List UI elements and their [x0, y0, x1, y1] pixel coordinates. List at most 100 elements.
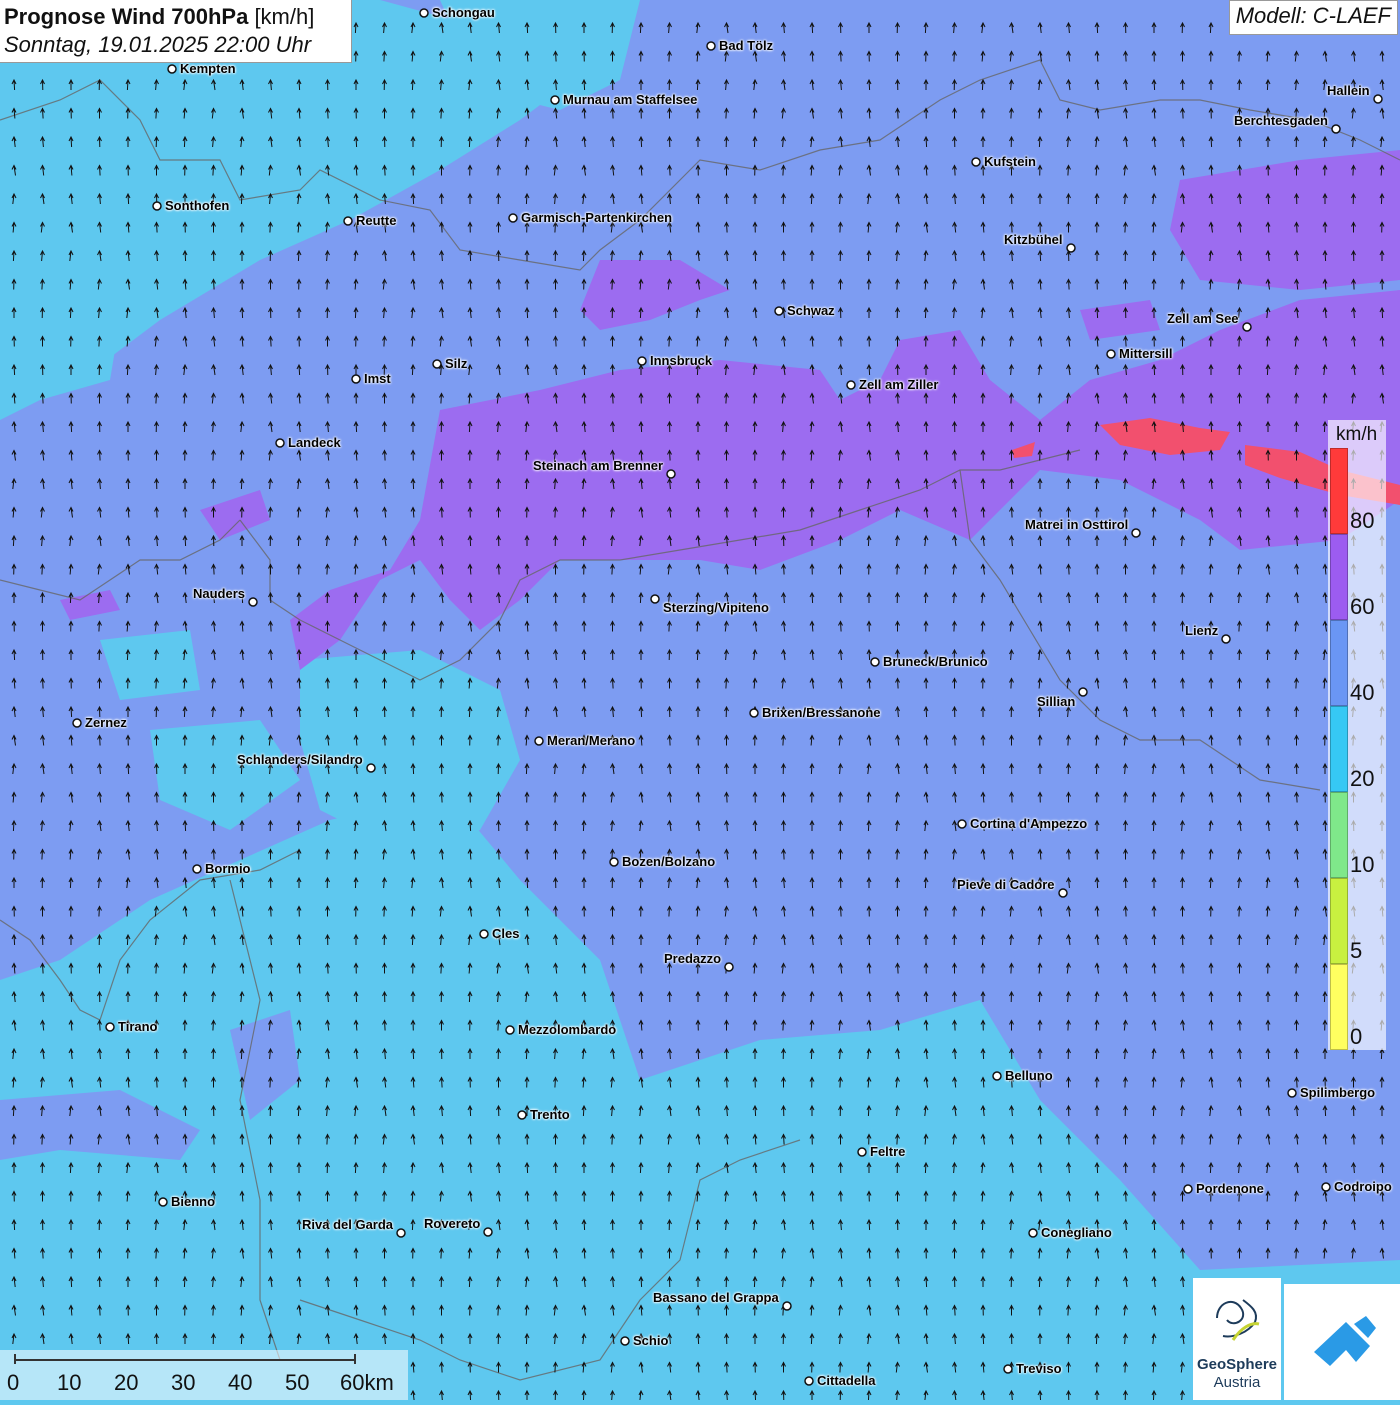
legend-color-bar	[1330, 448, 1348, 1050]
city-label: Rovereto	[424, 1216, 481, 1231]
city-dot	[706, 41, 716, 51]
city-label: Imst	[364, 371, 391, 386]
city-label: Trento	[530, 1107, 570, 1122]
city-dot	[782, 1301, 792, 1311]
city-dot	[396, 1228, 406, 1238]
city-dot	[1131, 528, 1141, 538]
logo-text-geosphere: GeoSphere	[1196, 1356, 1278, 1373]
city-dot	[1373, 94, 1383, 104]
city-dot	[508, 213, 518, 223]
scale-label: 40	[228, 1370, 253, 1395]
city-label: Zell am Ziller	[859, 377, 939, 392]
city-dot	[1287, 1088, 1297, 1098]
city-dot	[167, 64, 177, 74]
city-label: Meran/Merano	[547, 733, 636, 748]
city-dot	[774, 306, 784, 316]
legend-color-segment	[1330, 620, 1348, 706]
city-dot	[957, 819, 967, 829]
city-dot	[609, 857, 619, 867]
city-label: Predazzo	[664, 951, 722, 966]
legend-tick-label: 0	[1350, 1024, 1363, 1049]
city-label: Spilimbergo	[1300, 1085, 1376, 1100]
legend-color-segment	[1330, 792, 1348, 878]
city-dot	[1003, 1364, 1013, 1374]
city-dot	[650, 594, 660, 604]
color-legend: km/h 80 60 40 20 10 5 0	[1328, 420, 1386, 1050]
city-label: Mezzolombardo	[518, 1022, 617, 1037]
city-dot	[1221, 634, 1231, 644]
city-dot	[1321, 1182, 1331, 1192]
city-label: Schwaz	[787, 303, 835, 318]
city-label: Cittadella	[817, 1373, 876, 1388]
city-dot	[1058, 888, 1068, 898]
geosphere-logo-icon	[1216, 1299, 1260, 1341]
city-dot	[248, 597, 258, 607]
city-dot	[749, 708, 759, 718]
legend-color-segment	[1330, 878, 1348, 964]
city-label: Kitzbühel	[1004, 232, 1063, 247]
legend-tick-label: 20	[1350, 766, 1375, 791]
city-label: Hallein	[1327, 83, 1370, 98]
city-label: Mittersill	[1119, 346, 1173, 361]
city-label: Kufstein	[984, 154, 1036, 169]
city-dot	[192, 864, 202, 874]
city-label: Innsbruck	[650, 353, 713, 368]
city-dot	[72, 718, 82, 728]
app-logo	[1284, 1284, 1400, 1400]
city-dot	[1078, 687, 1088, 697]
city-dot	[1183, 1184, 1193, 1194]
city-label: Cles	[492, 926, 520, 941]
city-label: Cortina d'Ampezzo	[970, 816, 1088, 831]
city-label: Steinach am Brenner	[533, 458, 664, 473]
legend-tick-label: 80	[1350, 508, 1375, 533]
legend-color-segment	[1330, 534, 1348, 620]
city-dot	[534, 736, 544, 746]
city-dot	[992, 1071, 1002, 1081]
city-label: Conegliano	[1041, 1225, 1112, 1240]
city-dot	[1331, 124, 1341, 134]
city-label: Bad Tölz	[719, 38, 774, 53]
scale-label: 50	[285, 1370, 310, 1395]
city-label: Tirano	[118, 1019, 158, 1034]
city-label: Silz	[445, 356, 468, 371]
forecast-title-panel: Prognose Wind 700hPa [km/h] Sonntag, 19.…	[0, 0, 352, 63]
city-label: Landeck	[288, 435, 341, 450]
forecast-title-unit: [km/h]	[254, 4, 315, 29]
city-label: Bozen/Bolzano	[622, 854, 716, 869]
city-label: Bassano del Grappa	[653, 1290, 779, 1305]
city-dot	[432, 359, 442, 369]
city-label: Bruneck/Brunico	[883, 654, 988, 669]
city-dot	[419, 8, 429, 18]
city-dot	[724, 962, 734, 972]
logo-text-austria: Austria	[1213, 1374, 1261, 1391]
scale-label: 30	[171, 1370, 196, 1395]
legend-color-segment	[1330, 964, 1348, 1050]
city-dot	[275, 438, 285, 448]
scale-label: 10	[57, 1370, 82, 1395]
geosphere-logo: GeoSphere Austria	[1193, 1278, 1281, 1400]
city-dot	[1066, 243, 1076, 253]
city-label: Schlanders/Silandro	[237, 752, 363, 767]
legend-tick-label: 5	[1350, 938, 1363, 963]
forecast-title: Prognose Wind 700hPa [km/h]	[4, 4, 351, 30]
legend-tick-label: 60	[1350, 594, 1375, 619]
scale-label: 20	[114, 1370, 139, 1395]
city-dot	[550, 95, 560, 105]
city-label: Pieve di Cadore	[957, 877, 1055, 892]
city-dot	[1106, 349, 1116, 359]
city-dot	[804, 1376, 814, 1386]
legend-unit: km/h	[1336, 424, 1378, 445]
forecast-datetime: Sonntag, 19.01.2025 22:00 Uhr	[4, 32, 312, 57]
city-dot	[158, 1197, 168, 1207]
city-label: Feltre	[870, 1144, 906, 1159]
city-label: Nauders	[193, 586, 246, 601]
city-label: Riva del Garda	[302, 1217, 394, 1232]
city-dot	[846, 380, 856, 390]
legend-color-segment	[1330, 448, 1348, 534]
city-dot	[479, 929, 489, 939]
city-dot	[152, 201, 162, 211]
city-dot	[505, 1025, 515, 1035]
city-label: Sterzing/Vipiteno	[663, 600, 769, 615]
city-dot	[517, 1110, 527, 1120]
city-dot	[857, 1147, 867, 1157]
